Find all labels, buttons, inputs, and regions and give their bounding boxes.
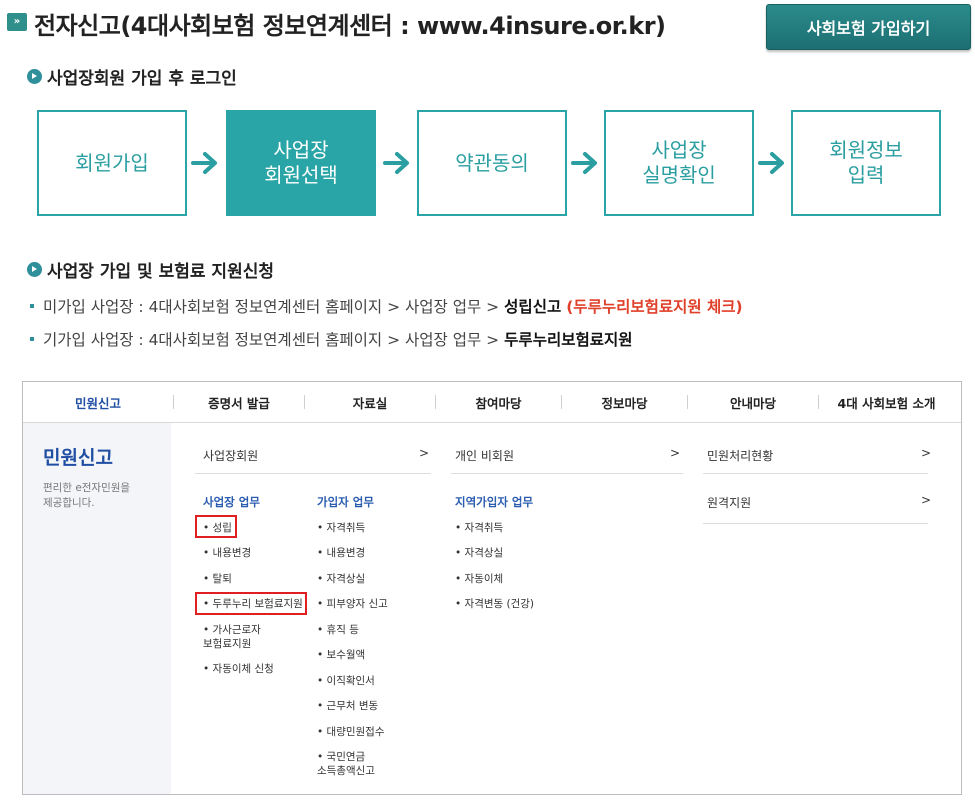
chevron-right-icon: >	[670, 446, 681, 460]
left-pane-desc: 편리한 e전자민원을 제공합니다.	[43, 482, 131, 509]
submenu-item[interactable]: 가사근로자 보험료지원	[203, 623, 261, 651]
page-title: 전자신고(4대사회보험 정보연계센터 : www.4insure.or.kr)	[34, 12, 666, 40]
submenu-item[interactable]: 자동이체 신청	[203, 662, 274, 676]
section-heading-subsidy: 사업장 가입 및 보험료 지원신청	[27, 257, 274, 282]
step-terms-agree: 약관동의	[417, 110, 567, 216]
join-social-insurance-button[interactable]: 사회보험 가입하기	[766, 4, 971, 50]
submenu-item[interactable]: 내용변경	[203, 546, 252, 560]
submenu-item[interactable]: 자격취득	[455, 521, 504, 535]
step-member-info: 회원정보 입력	[791, 110, 941, 216]
nav-item[interactable]: 안내마당	[688, 393, 818, 412]
left-pane-title: 민원신고	[43, 447, 113, 469]
arrow-right-icon	[571, 152, 597, 174]
nav-item[interactable]: 정보마당	[562, 393, 687, 412]
col-head-subscriber: 가입자 업무	[317, 495, 374, 509]
square-bullet-icon	[30, 337, 34, 341]
embedded-menu-screenshot: 민원신고 증명서 발급 자료실 참여마당 정보마당 안내마당 4대 사회보험 소…	[22, 381, 962, 795]
info-line-registered: 기가입 사업장 : 4대사회보험 정보연계센터 홈페이지 > 사업장 업무 > …	[30, 328, 633, 350]
submenu-item[interactable]: 탈퇴	[203, 572, 232, 586]
step-business-verify: 사업장 실명확인	[604, 110, 754, 216]
chevron-right-icon: >	[921, 446, 932, 460]
submenu-item[interactable]: 피부양자 신고	[317, 597, 388, 611]
arrow-right-icon	[383, 152, 409, 174]
submenu-item[interactable]: 자격상실	[455, 546, 504, 560]
submenu-item[interactable]: 국민연금 소득총액신고	[317, 750, 375, 778]
nav-item[interactable]: 자료실	[305, 393, 435, 412]
col-head-biz: 사업장 업무	[203, 495, 260, 509]
left-pane: 민원신고 편리한 e전자민원을 제공합니다.	[23, 423, 171, 794]
submenu-item[interactable]: 내용변경	[317, 546, 366, 560]
chevron-right-icon: >	[419, 446, 430, 460]
arrow-right-icon	[191, 152, 217, 174]
section-heading-login: 사업장회원 가입 후 로그인	[27, 64, 237, 89]
chevron-right-icon: >	[921, 493, 932, 507]
circle-arrow-icon	[27, 262, 42, 277]
submenu-item[interactable]: 자격상실	[317, 572, 366, 586]
highlight-box	[195, 592, 307, 615]
submenu-item[interactable]: 자동이체	[455, 572, 504, 586]
menu-remote-support[interactable]: 원격지원	[707, 494, 751, 511]
highlight-box	[195, 515, 237, 538]
menu-status[interactable]: 민원처리현황	[707, 447, 773, 464]
step-business-member-select: 사업장 회원선택	[226, 110, 376, 216]
submenu-item[interactable]: 자격취득	[317, 521, 366, 535]
square-bullet-icon	[30, 304, 34, 308]
nav-item[interactable]: 민원신고	[23, 393, 173, 412]
double-chevron-right-icon: »	[7, 13, 27, 31]
nav-item[interactable]: 참여마당	[436, 393, 561, 412]
arrow-right-icon	[758, 152, 784, 174]
submenu-item[interactable]: 자격변동 (건강)	[455, 597, 535, 611]
submenu-item[interactable]: 대량민원접수	[317, 725, 385, 739]
circle-arrow-icon	[27, 69, 42, 84]
nav-item[interactable]: 4대 사회보험 소개	[819, 393, 954, 412]
menu-personal-member[interactable]: 개인 비회원	[455, 447, 514, 464]
submenu-item[interactable]: 근무처 변동	[317, 699, 379, 713]
submenu-item[interactable]: 보수월액	[317, 648, 366, 662]
nav-item[interactable]: 증명서 발급	[174, 393, 304, 412]
menu-biz-member[interactable]: 사업장회원	[203, 447, 258, 464]
step-signup: 회원가입	[37, 110, 187, 216]
col-head-region: 지역가입자 업무	[455, 495, 534, 509]
info-line-unregistered: 미가입 사업장 : 4대사회보험 정보연계센터 홈페이지 > 사업장 업무 > …	[30, 295, 743, 317]
top-nav: 민원신고 증명서 발급 자료실 참여마당 정보마당 안내마당 4대 사회보험 소…	[23, 382, 961, 423]
submenu-item[interactable]: 휴직 등	[317, 623, 359, 637]
submenu-item[interactable]: 이직확인서	[317, 674, 375, 688]
